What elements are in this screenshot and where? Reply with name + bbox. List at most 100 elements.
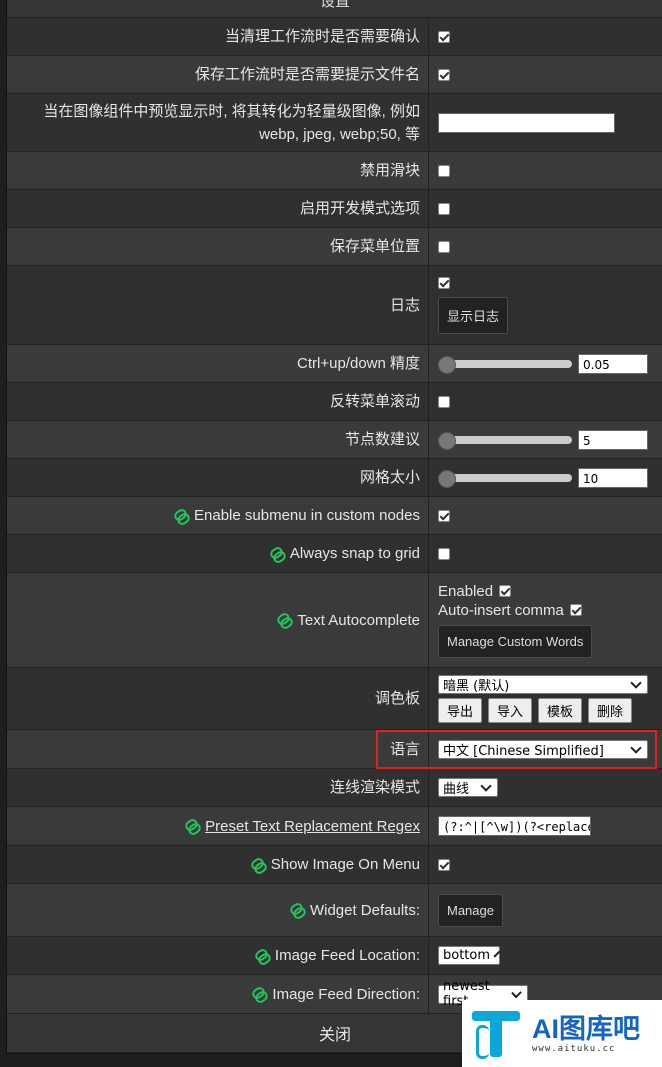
settings-dialog: 设置 当清理工作流时是否需要确认 保存工作流时是否需要提示文件名 当在图像组件中… — [6, 0, 662, 1054]
link-render-select[interactable]: 曲线 — [438, 778, 498, 797]
setting-row-widget-defaults: Widget Defaults: Manage — [7, 884, 662, 937]
show-log-button[interactable]: 显示日志 — [438, 296, 509, 334]
setting-label: 反转菜单滚动 — [7, 383, 429, 420]
setting-label: Show Image On Menu — [270, 856, 420, 873]
node-suggestions-input[interactable]: 5 — [578, 429, 648, 450]
manage-widget-defaults-button[interactable]: Manage — [438, 893, 503, 927]
grid-size-input[interactable]: 10 — [578, 467, 648, 488]
setting-label: Ctrl+up/down 精度 — [7, 345, 429, 382]
setting-label: 语言 — [7, 730, 429, 768]
link-render-selected: 曲线 — [443, 782, 470, 797]
auto-comma-checkbox[interactable] — [569, 604, 582, 616]
show-image-menu-checkbox[interactable] — [438, 858, 450, 871]
palette-template-button[interactable]: 模板 — [538, 697, 583, 723]
setting-label: 调色板 — [7, 668, 429, 729]
setting-row-link-render: 连线渲染模式 曲线 — [7, 769, 662, 807]
link-icon — [174, 510, 188, 522]
link-icon — [290, 904, 304, 916]
setting-label: Widget Defaults: — [309, 901, 420, 919]
link-icon — [185, 820, 199, 832]
manage-custom-words-button[interactable]: Manage Custom Words — [438, 624, 593, 658]
auto-comma-label: Auto-insert comma — [438, 601, 564, 619]
setting-label: 连线渲染模式 — [7, 769, 429, 806]
feed-location-selected: bottom — [443, 948, 491, 963]
chevron-down-icon — [630, 676, 642, 689]
dialog-title: 设置 — [7, 0, 662, 18]
setting-label: 保存菜单位置 — [7, 228, 429, 265]
submenu-custom-checkbox[interactable] — [438, 509, 450, 522]
snap-grid-checkbox[interactable] — [438, 547, 450, 560]
setting-row-confirm-clear: 当清理工作流时是否需要确认 — [7, 18, 662, 56]
setting-label: Image Feed Location: — [274, 947, 420, 964]
confirm-clear-checkbox[interactable] — [438, 30, 450, 43]
setting-label: Image Feed Direction: — [272, 985, 420, 1003]
enabled-label: Enabled — [438, 582, 494, 600]
invert-menu-scroll-checkbox[interactable] — [438, 395, 450, 408]
grid-size-slider[interactable] — [438, 469, 572, 488]
setting-row-grid-size: 网格太小 10 — [7, 459, 662, 497]
setting-row-snap-grid: Always snap to grid — [7, 535, 662, 573]
setting-row-log: 日志 显示日志 — [7, 266, 662, 345]
prompt-filename-checkbox[interactable] — [438, 68, 450, 81]
link-icon — [277, 614, 291, 626]
log-checkbox[interactable] — [438, 276, 450, 289]
setting-row-preview-format: 当在图像组件中预览显示时, 将其转化为轻量级图像, 例如 webp, jpeg,… — [7, 94, 662, 152]
node-suggestions-slider[interactable] — [438, 431, 572, 450]
language-selected: 中文 [Chinese Simplified] — [443, 743, 604, 759]
slider-thumb[interactable] — [438, 355, 456, 374]
preset-regex-input[interactable]: (?:^|[^\w])(?<replace — [438, 816, 591, 836]
setting-row-save-menu-position: 保存菜单位置 — [7, 228, 662, 266]
chevron-down-icon — [630, 741, 642, 754]
autocomplete-enabled-checkbox[interactable] — [499, 585, 512, 597]
ctrl-precision-input[interactable]: 0.05 — [578, 353, 648, 374]
setting-row-prompt-filename: 保存工作流时是否需要提示文件名 — [7, 56, 662, 94]
watermark-logo: AI图库吧 www.aituku.cc — [462, 1000, 662, 1067]
setting-label: Enable submenu in custom nodes — [194, 507, 420, 524]
palette-select[interactable]: 暗黑 (默认) — [438, 674, 648, 694]
setting-row-ctrl-precision: Ctrl+up/down 精度 0.05 — [7, 345, 662, 383]
dev-mode-checkbox[interactable] — [438, 202, 450, 215]
setting-label: 网格太小 — [7, 459, 429, 496]
slider-thumb[interactable] — [438, 431, 456, 450]
feed-location-select[interactable]: bottom — [438, 946, 501, 965]
setting-label: 当清理工作流时是否需要确认 — [7, 18, 429, 55]
palette-import-button[interactable]: 导入 — [488, 697, 533, 723]
setting-row-dev-mode: 启用开发模式选项 — [7, 190, 662, 228]
chevron-down-icon — [480, 780, 492, 792]
slider-thumb[interactable] — [438, 469, 456, 488]
link-icon — [270, 548, 284, 560]
ctrl-precision-slider[interactable] — [438, 355, 572, 374]
setting-label: 节点数建议 — [7, 421, 429, 458]
setting-row-preset-regex: Preset Text Replacement Regex (?:^|[^\w]… — [7, 807, 662, 846]
watermark-brand: AI图库吧 — [532, 1013, 640, 1044]
disable-sliders-checkbox[interactable] — [438, 164, 450, 177]
watermark-url: www.aituku.cc — [532, 1043, 616, 1054]
link-icon — [251, 859, 265, 871]
setting-row-autocomplete: Text Autocomplete Enabled Auto-insert co… — [7, 573, 662, 668]
setting-row-disable-sliders: 禁用滑块 — [7, 152, 662, 190]
setting-row-submenu-custom: Enable submenu in custom nodes — [7, 497, 662, 535]
palette-export-button[interactable]: 导出 — [438, 697, 483, 723]
setting-row-node-suggestions: 节点数建议 5 — [7, 421, 662, 459]
setting-label: 启用开发模式选项 — [7, 190, 429, 227]
palette-delete-button[interactable]: 删除 — [588, 697, 633, 723]
save-menu-position-checkbox[interactable] — [438, 240, 450, 253]
setting-label: 禁用滑块 — [7, 152, 429, 189]
link-icon — [255, 950, 269, 962]
setting-label: Preset Text Replacement Regex — [205, 817, 420, 835]
logo-icon — [468, 1005, 526, 1063]
setting-label: Always snap to grid — [289, 545, 420, 562]
preview-format-input[interactable] — [438, 112, 615, 133]
setting-row-language: 语言 中文 [Chinese Simplified] — [7, 730, 662, 769]
setting-row-invert-menu-scroll: 反转菜单滚动 — [7, 383, 662, 421]
setting-label: 保存工作流时是否需要提示文件名 — [7, 56, 429, 93]
setting-row-palette: 调色板 暗黑 (默认) 导出 导入 模板 删除 — [7, 668, 662, 730]
link-icon — [252, 988, 266, 1000]
language-select[interactable]: 中文 [Chinese Simplified] — [438, 739, 648, 759]
setting-row-show-image-menu: Show Image On Menu — [7, 846, 662, 884]
palette-selected: 暗黑 (默认) — [443, 678, 510, 694]
setting-label: 当在图像组件中预览显示时, 将其转化为轻量级图像, 例如 webp, jpeg,… — [43, 102, 420, 143]
setting-row-feed-location: Image Feed Location: bottom — [7, 937, 662, 975]
setting-label: Text Autocomplete — [297, 611, 420, 629]
setting-label: 日志 — [7, 266, 429, 344]
